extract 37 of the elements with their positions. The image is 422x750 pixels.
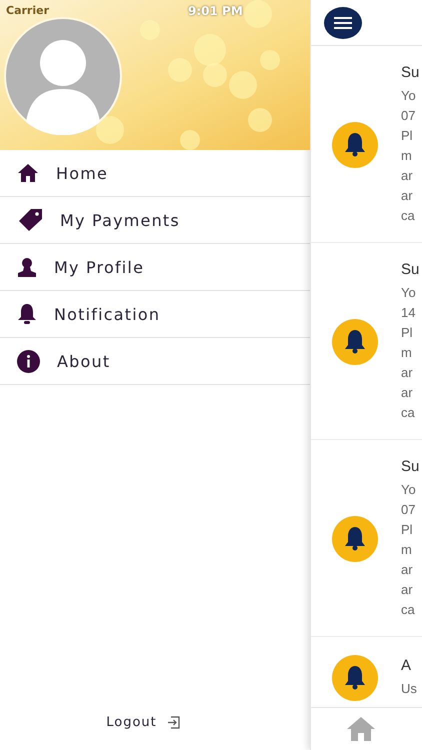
notification-text: Us [401,680,417,698]
notification-text: Pl [401,127,413,145]
menu-item[interactable]: My Payments [60,210,180,230]
menu-item[interactable]: My Profile [54,258,144,276]
notification-text: ar [401,167,413,185]
status-time: 9:01 PM [188,4,243,18]
notification-text: 14 [401,304,416,322]
notification-text: Yo [401,284,416,302]
notification-card[interactable]: Su Yo 14 Pl m ar ar ca [311,243,422,440]
notification-text: 07 [401,107,416,125]
notification-text: Yo [401,481,416,499]
notification-text: ar [401,581,413,599]
notification-text: 07 [401,501,416,519]
notification-text: ca [401,601,415,619]
notification-card[interactable]: Su Yo 07 Pl m ar ar ca [311,46,422,243]
notification-text: Yo [401,87,416,105]
notification-text: Pl [401,324,413,342]
notification-title: Su [401,64,420,81]
notification-text: ar [401,384,413,402]
notification-text: m [401,541,412,559]
notification-text: ca [401,404,415,422]
notification-text: ar [401,187,413,205]
notification-title: A [401,657,412,674]
menu-item[interactable]: Home [56,164,108,182]
notification-text: Pl [401,521,413,539]
notification-text: ar [401,561,413,579]
notification-title: Su [401,458,420,475]
notification-text: m [401,147,412,165]
notification-title: Su [401,261,420,278]
notification-text: ca [401,207,415,225]
notification-card[interactable]: Su Yo 07 Pl m ar ar ca [311,440,422,637]
notification-text: m [401,344,412,362]
logout-link[interactable]: Logout [106,714,157,730]
menu-item[interactable]: About [57,352,110,370]
notification-text: ar [401,364,413,382]
carrier-name: Carrier [6,4,50,17]
menu-item[interactable]: Notification [54,304,160,324]
